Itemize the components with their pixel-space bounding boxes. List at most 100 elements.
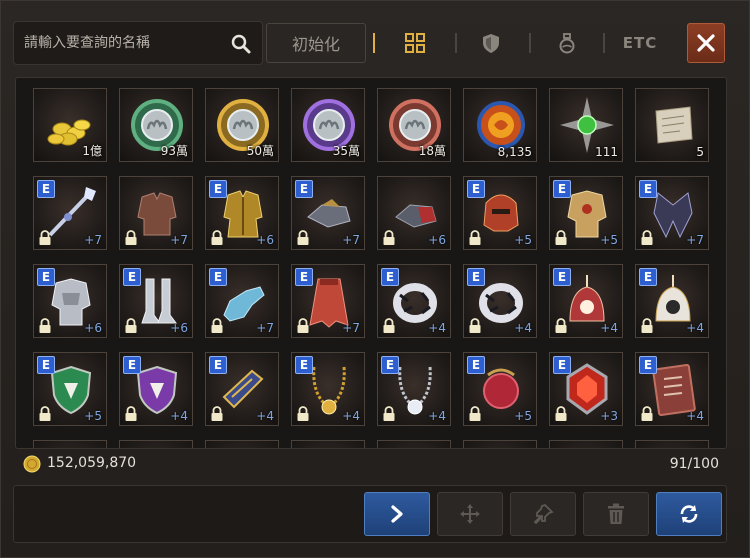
next-button[interactable] (364, 492, 430, 536)
lock-icon (554, 406, 568, 422)
lock-icon (640, 318, 654, 334)
enhance-level: +6 (170, 321, 188, 335)
equipped-badge: E (639, 268, 657, 286)
inventory-slot[interactable]: 93萬 (119, 88, 193, 162)
inventory-slot[interactable] (377, 440, 451, 448)
lock-icon (468, 230, 482, 246)
equipped-badge: E (467, 268, 485, 286)
tab-all[interactable] (390, 23, 440, 63)
lock-icon (296, 230, 310, 246)
equipped-badge: E (123, 356, 141, 374)
enhance-level: +6 (84, 321, 102, 335)
item-quantity: 5 (696, 145, 704, 159)
lock-icon (124, 406, 138, 422)
equipped-badge: E (639, 180, 657, 198)
inventory-slot[interactable]: E +4 (377, 352, 451, 426)
equipped-badge: E (295, 356, 313, 374)
enhance-level: +5 (600, 233, 618, 247)
enhance-level: +5 (514, 233, 532, 247)
tab-consumable[interactable] (542, 23, 592, 63)
equipped-badge: E (37, 268, 55, 286)
enhance-level: +4 (514, 321, 532, 335)
slot-count: 91/100 (669, 456, 719, 472)
inventory-slot[interactable] (205, 440, 279, 448)
close-button[interactable] (687, 23, 725, 63)
item-quantity: 111 (595, 145, 618, 159)
lock-icon (38, 406, 52, 422)
inventory-slot[interactable]: E +4 (205, 352, 279, 426)
inventory-grid: 1億 93萬 50萬 35萬 18萬 8,135 111 5 E +7 +7 E +6 E +7 +6… (15, 77, 727, 449)
enhance-level: +4 (428, 321, 446, 335)
inventory-slot[interactable]: +6 (377, 176, 451, 250)
inventory-slot[interactable] (463, 440, 537, 448)
gold-amount: 152,059,870 (47, 455, 137, 471)
refresh-icon (680, 505, 698, 523)
item-quantity: 18萬 (418, 144, 446, 158)
inventory-slot[interactable]: E +7 (291, 176, 365, 250)
inventory-slot[interactable]: E +6 (33, 264, 107, 338)
item-quantity: 35萬 (332, 144, 360, 158)
equipped-badge: E (467, 180, 485, 198)
tab-etc[interactable]: ETC (615, 23, 665, 63)
lock-icon (38, 230, 52, 246)
enhance-level: +4 (686, 409, 704, 423)
inventory-slot[interactable]: E +6 (205, 176, 279, 250)
delete-button[interactable] (583, 492, 649, 536)
tab-equipment[interactable] (466, 23, 516, 63)
inventory-slot[interactable]: E +4 (377, 264, 451, 338)
shield-icon (483, 34, 499, 53)
inventory-slot[interactable] (291, 440, 365, 448)
lock-icon (554, 318, 568, 334)
inventory-slot[interactable]: E +5 (463, 176, 537, 250)
pin-button[interactable] (510, 492, 576, 536)
inventory-slot[interactable]: 35萬 (291, 88, 365, 162)
inventory-slot[interactable]: +7 (119, 176, 193, 250)
inventory-slot[interactable]: E +7 (291, 264, 365, 338)
inventory-slot[interactable] (549, 440, 623, 448)
item-quantity: 8,135 (497, 145, 532, 159)
inventory-slot[interactable]: 5 (635, 88, 709, 162)
enhance-level: +3 (600, 409, 618, 423)
inventory-slot[interactable]: E +5 (549, 176, 623, 250)
inventory-slot[interactable]: E +7 (635, 176, 709, 250)
lock-icon (640, 230, 654, 246)
equipped-badge: E (209, 356, 227, 374)
lock-icon (124, 318, 138, 334)
search-input[interactable] (14, 35, 224, 51)
enhance-level: +7 (342, 321, 360, 335)
inventory-slot[interactable]: 8,135 (463, 88, 537, 162)
lock-icon (210, 318, 224, 334)
inventory-slot[interactable]: 111 (549, 88, 623, 162)
inventory-slot[interactable] (635, 440, 709, 448)
inventory-slot[interactable]: E +5 (33, 352, 107, 426)
inventory-slot[interactable]: E +4 (119, 352, 193, 426)
inventory-slot[interactable]: E +5 (463, 352, 537, 426)
inventory-slot[interactable]: E +4 (291, 352, 365, 426)
inventory-slot[interactable]: E +4 (549, 264, 623, 338)
inventory-slot[interactable]: 18萬 (377, 88, 451, 162)
enhance-level: +7 (342, 233, 360, 247)
inventory-slot[interactable]: E +4 (635, 352, 709, 426)
equipped-badge: E (209, 180, 227, 198)
move-icon (460, 504, 480, 524)
inventory-slot[interactable]: E +7 (33, 176, 107, 250)
lock-icon (640, 406, 654, 422)
inventory-slot[interactable]: 50萬 (205, 88, 279, 162)
grid-icon (405, 33, 425, 53)
refresh-button[interactable] (656, 492, 722, 536)
inventory-slot[interactable]: 1億 (33, 88, 107, 162)
enhance-level: +7 (170, 233, 188, 247)
gold-row: 152,059,870 91/100 (21, 453, 721, 475)
inventory-slot[interactable] (119, 440, 193, 448)
inventory-slot[interactable]: E +6 (119, 264, 193, 338)
reset-button[interactable]: 初始化 (266, 23, 366, 63)
inventory-slot[interactable]: E +4 (635, 264, 709, 338)
inventory-slot[interactable] (33, 440, 107, 448)
inventory-slot[interactable]: E +3 (549, 352, 623, 426)
inventory-slot[interactable]: E +4 (463, 264, 537, 338)
enhance-level: +4 (686, 321, 704, 335)
move-button[interactable] (437, 492, 503, 536)
equipped-badge: E (553, 356, 571, 374)
search-icon[interactable] (230, 33, 252, 55)
inventory-slot[interactable]: E +7 (205, 264, 279, 338)
